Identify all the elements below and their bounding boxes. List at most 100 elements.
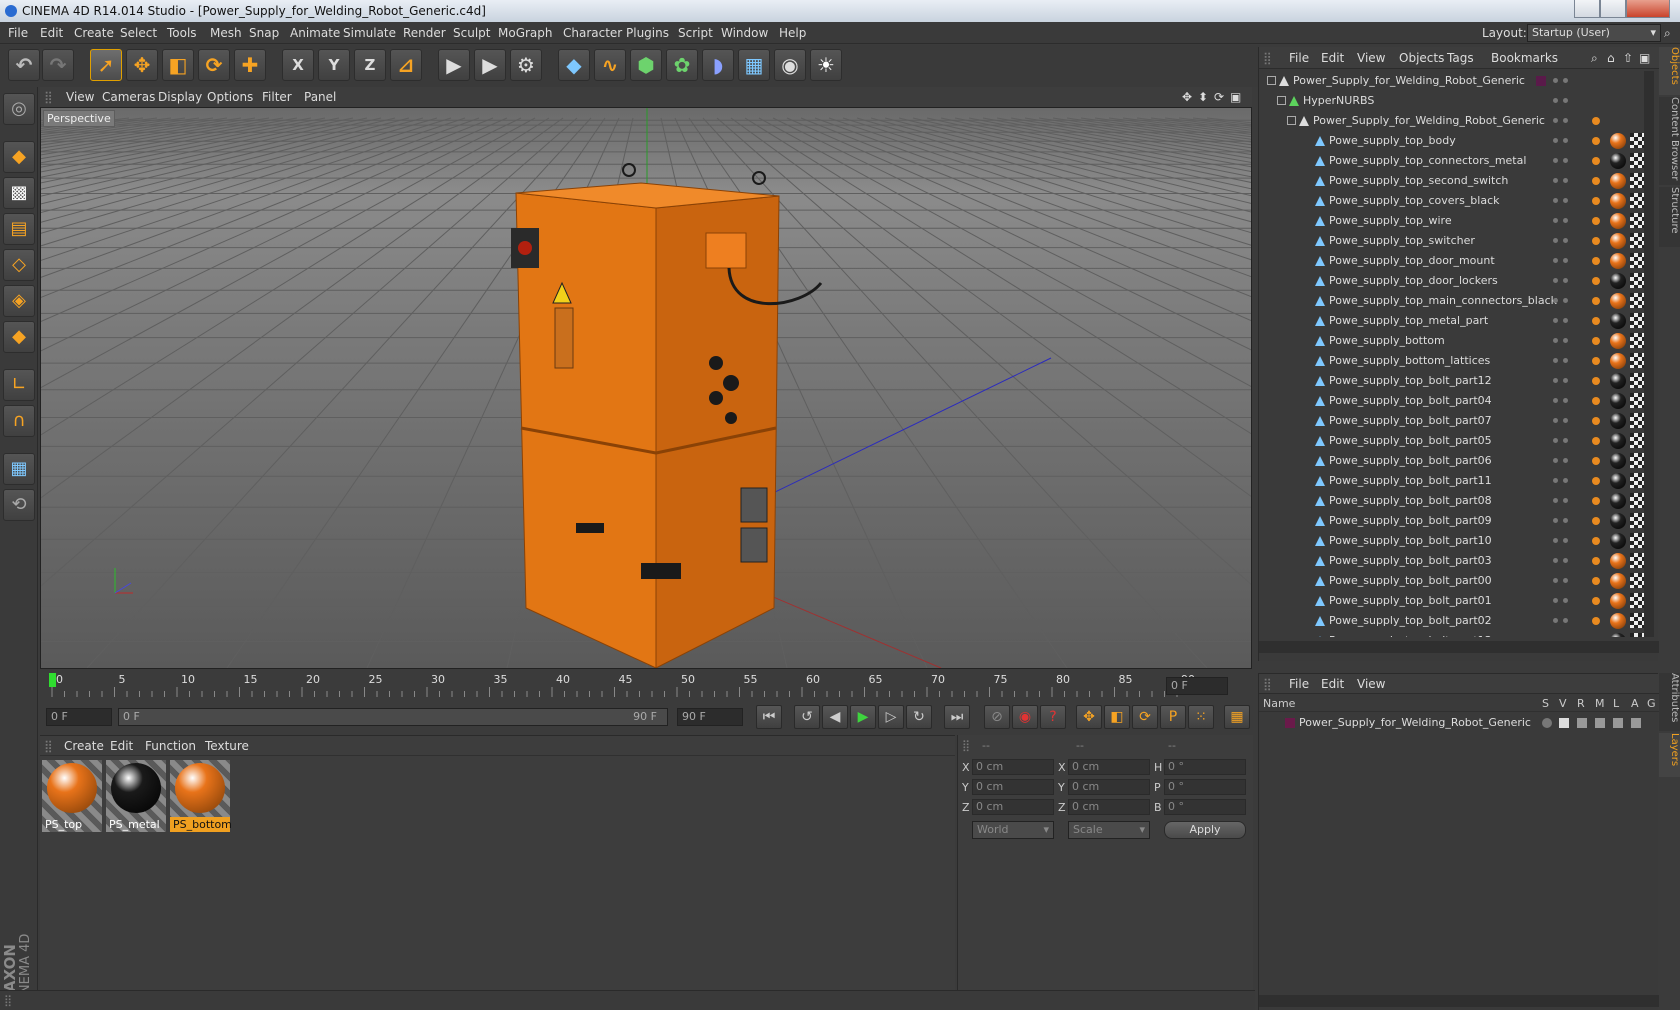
play-forward-icon[interactable]: ▶	[850, 705, 876, 729]
render-view-icon[interactable]: ▶	[438, 49, 470, 81]
layer-menu-file[interactable]: File	[1289, 677, 1309, 691]
size-z-field[interactable]: 0 cm	[1068, 799, 1150, 815]
texture-tag-icon[interactable]	[1630, 493, 1645, 508]
mograph-cloner-icon[interactable]: ✿	[666, 49, 698, 81]
render-settings-icon[interactable]: ⚙	[510, 49, 542, 81]
texture-tag-icon[interactable]	[1630, 173, 1645, 188]
menu-mograph[interactable]: MoGraph	[498, 26, 553, 40]
collapse-toggle-icon[interactable]	[1267, 76, 1276, 85]
key-scale-icon[interactable]: ◧	[1104, 705, 1130, 729]
start-frame-field[interactable]: 0 F	[46, 708, 112, 726]
material-tag-icon[interactable]	[1610, 253, 1626, 269]
material-tag-icon[interactable]	[1610, 453, 1626, 469]
material-tag-icon[interactable]	[1610, 433, 1626, 449]
object-row[interactable]: Powe_supply_top_bolt_part12	[1259, 371, 1659, 391]
position-y-field[interactable]: 0 cm	[972, 779, 1054, 795]
toggle-layout-icon[interactable]: ▣	[1230, 90, 1241, 104]
key-rotation-icon[interactable]: ⟳	[1132, 705, 1158, 729]
menu-select[interactable]: Select	[120, 26, 157, 40]
visibility-dots-icon[interactable]	[1553, 458, 1569, 464]
texture-tag-icon[interactable]	[1630, 573, 1645, 588]
menu-snap[interactable]: Snap	[249, 26, 279, 40]
create-object-icon[interactable]: ✚	[234, 49, 266, 81]
layer-row[interactable]: Power_Supply_for_Welding_Robot_Generic	[1259, 713, 1659, 733]
menu-simulate[interactable]: Simulate	[343, 26, 396, 40]
material-tag-icon[interactable]	[1610, 633, 1626, 637]
texture-tag-icon[interactable]	[1630, 533, 1645, 548]
coordinate-system-icon[interactable]: ⊿	[390, 49, 422, 81]
object-row[interactable]: Powe_supply_top_door_lockers	[1259, 271, 1659, 291]
collapse-toggle-icon[interactable]	[1277, 96, 1286, 105]
keyframe-selection-icon[interactable]: ?	[1040, 705, 1066, 729]
texture-tag-icon[interactable]	[1630, 253, 1645, 268]
polygons-mode-icon[interactable]: ◆	[3, 321, 35, 353]
object-row[interactable]: Powe_supply_bottom_lattices	[1259, 351, 1659, 371]
size-y-field[interactable]: 0 cm	[1068, 779, 1150, 795]
snap-settings-icon[interactable]: ⟲	[3, 489, 35, 521]
tab-content-browser[interactable]: Content Browser	[1659, 97, 1680, 185]
navigate-up-icon[interactable]: ⇧	[1623, 51, 1633, 65]
y-axis-lock-icon[interactable]: Y	[318, 49, 350, 81]
timeline-ruler[interactable]: 051015202530354045505560657075808590 0 F	[40, 671, 1252, 701]
visibility-dots-icon[interactable]	[1553, 378, 1569, 384]
move-tool-icon[interactable]: ✥	[126, 49, 158, 81]
camera-icon[interactable]: ◉	[774, 49, 806, 81]
texture-tag-icon[interactable]	[1630, 293, 1645, 308]
object-row[interactable]: Powe_supply_top_bolt_part02	[1259, 611, 1659, 631]
scale-mode-select[interactable]: Scale ▾	[1068, 821, 1150, 839]
previous-frame-icon[interactable]: ◀	[822, 705, 848, 729]
texture-tag-icon[interactable]	[1630, 353, 1645, 368]
material-tag-icon[interactable]	[1610, 353, 1626, 369]
visibility-dots-icon[interactable]	[1553, 498, 1569, 504]
object-row[interactable]: Powe_supply_top_metal_part	[1259, 311, 1659, 331]
visibility-dots-icon[interactable]	[1553, 318, 1569, 324]
object-row[interactable]: Powe_supply_bottom	[1259, 331, 1659, 351]
menu-help[interactable]: Help	[779, 26, 806, 40]
object-row[interactable]: Powe_supply_top_bolt_part13	[1259, 631, 1659, 637]
material-tag-icon[interactable]	[1610, 533, 1626, 549]
new-view-icon[interactable]: ▣	[1639, 51, 1650, 65]
material-tag-icon[interactable]	[1610, 173, 1626, 189]
tab-layers[interactable]: Layers	[1659, 733, 1680, 777]
layer-menu-edit[interactable]: Edit	[1321, 677, 1344, 691]
object-row[interactable]: Powe_supply_top_body	[1259, 131, 1659, 151]
menu-plugins[interactable]: Plugins	[626, 26, 669, 40]
material-swatch-ps-top[interactable]: PS_top	[42, 760, 102, 832]
search-icon[interactable]: ⌕	[1664, 26, 1671, 41]
material-tag-icon[interactable]	[1610, 273, 1626, 289]
texture-tag-icon[interactable]	[1630, 433, 1645, 448]
next-frame-icon[interactable]: ▷	[878, 705, 904, 729]
frame-range-slider[interactable]: 0 F 90 F	[118, 708, 668, 726]
layer-menu-view[interactable]: View	[1357, 677, 1385, 691]
light-bulb-icon[interactable]: ☀	[810, 49, 842, 81]
visibility-dots-icon[interactable]	[1553, 198, 1569, 204]
layer-column-name[interactable]: Name	[1263, 697, 1295, 710]
texture-tag-icon[interactable]	[1630, 413, 1645, 428]
object-row[interactable]: Powe_supply_top_bolt_part00	[1259, 571, 1659, 591]
viewport-menu-options[interactable]: Options	[207, 90, 253, 104]
texture-tag-icon[interactable]	[1630, 153, 1645, 168]
current-frame-field[interactable]: 0 F	[1166, 677, 1228, 695]
texture-tag-icon[interactable]	[1630, 633, 1645, 637]
search-icon[interactable]: ⌕	[1591, 51, 1598, 66]
layer-column-m[interactable]: M	[1595, 697, 1605, 710]
object-menu-bookmarks[interactable]: Bookmarks	[1491, 51, 1558, 65]
size-x-field[interactable]: 0 cm	[1068, 759, 1150, 775]
points-mode-icon[interactable]: ◇	[3, 249, 35, 281]
material-tag-icon[interactable]	[1610, 133, 1626, 149]
tab-attributes[interactable]: Attributes	[1659, 673, 1680, 731]
material-menu-function[interactable]: Function	[145, 739, 196, 753]
material-menu-create[interactable]: Create	[64, 739, 104, 753]
rotation-b-field[interactable]: 0 °	[1164, 799, 1246, 815]
object-row[interactable]: Powe_supply_top_bolt_part05	[1259, 431, 1659, 451]
nurbs-generator-icon[interactable]: ⬢	[630, 49, 662, 81]
visibility-dots-icon[interactable]	[1553, 418, 1569, 424]
home-icon[interactable]: ⌂	[1607, 51, 1615, 65]
object-row[interactable]: Powe_supply_top_bolt_part11	[1259, 471, 1659, 491]
render-toggle-icon[interactable]	[1577, 718, 1587, 728]
object-row[interactable]: Powe_supply_top_bolt_part08	[1259, 491, 1659, 511]
object-menu-edit[interactable]: Edit	[1321, 51, 1344, 65]
tab-structure[interactable]: Structure	[1659, 187, 1680, 247]
menu-window[interactable]: Window	[721, 26, 768, 40]
visibility-dots-icon[interactable]	[1553, 218, 1569, 224]
